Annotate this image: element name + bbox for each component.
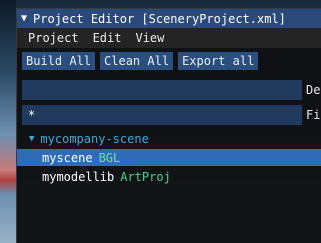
description-row: De bbox=[17, 80, 321, 100]
tree-item-type: ArtProj bbox=[120, 169, 171, 184]
collapse-arrow-icon[interactable]: ▼ bbox=[21, 13, 27, 24]
tree-item-type: BGL bbox=[98, 150, 121, 165]
filter-field[interactable]: * bbox=[22, 105, 302, 125]
menu-project[interactable]: Project bbox=[21, 28, 86, 48]
tree-item-myscene[interactable]: myscene BGL bbox=[17, 149, 321, 166]
build-all-button[interactable]: Build All bbox=[22, 52, 96, 70]
toolbar: Build All Clean All Export all bbox=[17, 48, 321, 74]
menu-view[interactable]: View bbox=[128, 28, 171, 48]
clean-all-button[interactable]: Clean All bbox=[100, 52, 174, 70]
filter-row: * Fi bbox=[17, 105, 321, 125]
tree-item-name: mymodellib bbox=[42, 169, 115, 184]
description-label: De bbox=[306, 83, 321, 97]
scene-background bbox=[0, 0, 16, 243]
filter-label: Fi bbox=[306, 108, 321, 122]
menu-bar: Project Edit View bbox=[17, 28, 321, 48]
menu-edit[interactable]: Edit bbox=[86, 28, 129, 48]
tree-group-mycompany-scene[interactable]: ▼ mycompany-scene bbox=[17, 131, 321, 147]
project-tree: ▼ mycompany-scene myscene BGL mymodellib… bbox=[17, 131, 321, 185]
window-title: Project Editor [SceneryProject.xml] bbox=[33, 11, 286, 26]
scene-viewport: ▼ Project Editor [SceneryProject.xml] Pr… bbox=[0, 0, 321, 243]
window-title-bar[interactable]: ▼ Project Editor [SceneryProject.xml] bbox=[17, 9, 321, 28]
tree-group-label: mycompany-scene bbox=[40, 132, 149, 146]
export-all-button[interactable]: Export all bbox=[178, 52, 259, 70]
tree-item-name: myscene bbox=[42, 150, 93, 165]
description-field[interactable] bbox=[22, 80, 302, 100]
expand-arrow-icon[interactable]: ▼ bbox=[29, 134, 34, 144]
project-editor-window: ▼ Project Editor [SceneryProject.xml] Pr… bbox=[16, 8, 321, 243]
tree-item-mymodellib[interactable]: mymodellib ArtProj bbox=[17, 168, 321, 185]
